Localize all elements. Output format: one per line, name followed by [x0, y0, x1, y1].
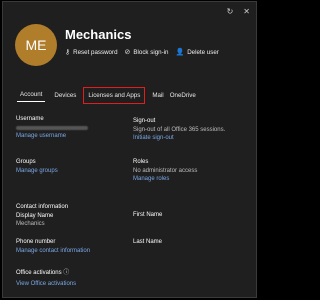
- block-sign-in-button[interactable]: ⊘ Block sign-in: [124, 48, 169, 57]
- tab-onedrive[interactable]: OneDrive: [167, 90, 199, 101]
- office-activations-section: Office activations ⓘ View Office activat…: [16, 269, 76, 288]
- phone-number-label: Phone number: [16, 239, 56, 245]
- avatar-initials: ME: [25, 37, 47, 53]
- office-activations-label-text: Office activations: [16, 270, 62, 276]
- delete-user-label: Delete user: [187, 48, 219, 56]
- block-sign-in-label: Block sign-in: [133, 48, 169, 56]
- tab-mail[interactable]: Mail: [149, 90, 166, 101]
- roles-section: Roles No administrator access Manage rol…: [133, 158, 197, 184]
- refresh-icon[interactable]: ↻: [227, 8, 234, 16]
- phone-section: Phone number Manage contact information: [16, 238, 90, 255]
- groups-label: Groups: [16, 159, 36, 165]
- contact-section: Contact information Display Name Mechani…: [16, 203, 68, 229]
- user-actions: ⚷ Reset password ⊘ Block sign-in 👤 Delet…: [65, 48, 219, 57]
- tab-bar: Account Devices Licenses and Apps Mail O…: [17, 87, 199, 104]
- tab-devices[interactable]: Devices: [51, 90, 79, 101]
- view-office-activations-link[interactable]: View Office activations: [16, 280, 76, 289]
- manage-username-link[interactable]: Manage username: [16, 132, 88, 141]
- info-icon[interactable]: ⓘ: [63, 270, 69, 276]
- tab-licenses-and-apps[interactable]: Licenses and Apps: [83, 87, 146, 104]
- avatar: ME: [15, 24, 57, 66]
- office-activations-label: Office activations ⓘ: [16, 269, 76, 278]
- username-label: Username: [16, 116, 44, 122]
- manage-roles-link[interactable]: Manage roles: [133, 175, 197, 184]
- delete-user-button[interactable]: 👤 Delete user: [175, 48, 219, 57]
- window-controls: ↻ ✕: [227, 8, 250, 16]
- last-name-section: Last Name: [133, 238, 162, 247]
- username-section: Username Manage username: [16, 115, 88, 140]
- roles-value: No administrator access: [133, 167, 198, 174]
- user-details-panel: ↻ ✕ ME Mechanics ⚷ Reset password ⊘ Bloc…: [2, 1, 257, 298]
- last-name-label: Last Name: [133, 239, 163, 245]
- first-name-label: First Name: [133, 212, 163, 218]
- contact-info-label: Contact information: [16, 204, 69, 210]
- roles-label: Roles: [133, 159, 149, 165]
- reset-password-label: Reset password: [73, 48, 118, 56]
- manage-groups-link[interactable]: Manage groups: [16, 167, 58, 176]
- block-icon: ⊘: [124, 49, 131, 56]
- signout-description: Sign-out of all Office 365 sessions.: [133, 126, 226, 133]
- initiate-signout-link[interactable]: Initiate sign-out: [133, 134, 225, 143]
- first-name-section: First Name: [133, 211, 162, 220]
- signout-section: Sign-out Sign-out of all Office 365 sess…: [133, 117, 225, 143]
- username-value-redacted: [16, 125, 88, 130]
- groups-section: Groups Manage groups: [16, 158, 58, 175]
- close-icon[interactable]: ✕: [243, 8, 250, 16]
- person-remove-icon: 👤: [175, 49, 185, 56]
- reset-password-button[interactable]: ⚷ Reset password: [65, 48, 118, 57]
- key-icon: ⚷: [65, 49, 71, 56]
- manage-contact-link[interactable]: Manage contact information: [16, 247, 90, 256]
- display-name-label: Display Name: [16, 212, 54, 219]
- tab-account[interactable]: Account: [17, 89, 46, 102]
- user-name: Mechanics: [65, 27, 132, 42]
- display-name-value: Mechanics: [16, 221, 45, 228]
- signout-label: Sign-out: [133, 118, 156, 124]
